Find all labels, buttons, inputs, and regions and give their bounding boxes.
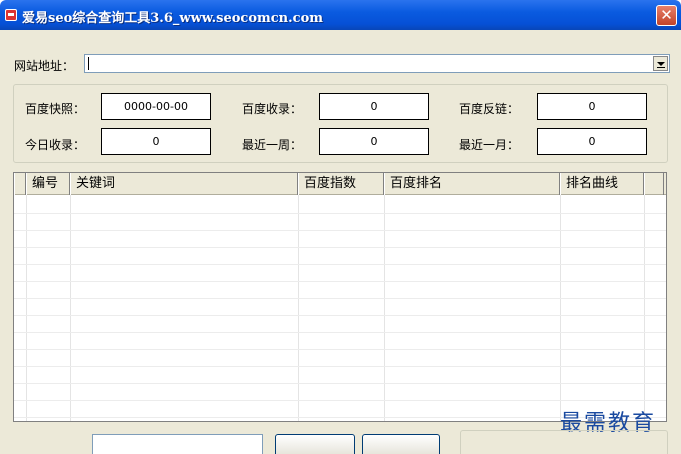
row-divider <box>14 332 666 333</box>
bottom-group <box>460 430 668 454</box>
month-label: 最近一月： <box>459 138 520 152</box>
column-header-baidu-index[interactable]: 百度指数 <box>298 173 384 195</box>
title-bar[interactable]: 爱易seo综合查询工具3.6_www.seocomcn.com ✕ <box>0 0 681 30</box>
month-field[interactable]: 0 <box>537 128 647 155</box>
column-header-number[interactable]: 编号 <box>26 173 70 195</box>
row-divider <box>14 366 666 367</box>
week-label: 最近一周： <box>242 138 303 152</box>
bottom-button-1[interactable] <box>275 434 355 454</box>
url-input[interactable] <box>84 54 670 73</box>
column-header-rank-curve[interactable]: 排名曲线 <box>560 173 644 195</box>
row-divider <box>14 383 666 384</box>
text-caret <box>88 57 89 70</box>
snapshot-label: 百度快照： <box>25 102 86 116</box>
bottom-toolbar <box>0 430 681 454</box>
backlinks-label: 百度反链： <box>459 102 520 116</box>
bottom-input[interactable] <box>92 434 263 454</box>
row-divider <box>14 281 666 282</box>
snapshot-field[interactable]: 0000-00-00 <box>101 93 211 120</box>
column-header-keyword[interactable]: 关键词 <box>70 173 298 195</box>
row-divider <box>14 264 666 265</box>
stats-group: 百度快照： 0000-00-00 百度收录： 0 百度反链： 0 今日收录： 0… <box>13 84 668 163</box>
bottom-button-2[interactable] <box>362 434 440 454</box>
column-header-filler <box>644 173 664 195</box>
row-selector-header[interactable] <box>14 173 26 195</box>
dropdown-arrow-icon[interactable] <box>653 56 668 71</box>
close-button[interactable]: ✕ <box>656 5 677 26</box>
indexed-label: 百度收录： <box>242 102 303 116</box>
column-header-baidu-rank[interactable]: 百度排名 <box>384 173 560 195</box>
row-divider <box>14 315 666 316</box>
app-icon[interactable] <box>5 9 17 21</box>
today-label: 今日收录： <box>25 138 86 152</box>
row-divider <box>14 247 666 248</box>
row-divider <box>14 349 666 350</box>
row-divider <box>14 213 666 214</box>
today-field[interactable]: 0 <box>101 128 211 155</box>
backlinks-field[interactable]: 0 <box>537 93 647 120</box>
row-divider <box>14 230 666 231</box>
row-divider <box>14 298 666 299</box>
week-field[interactable]: 0 <box>319 128 429 155</box>
row-divider <box>14 400 666 401</box>
keyword-table[interactable]: 编号 关键词 百度指数 百度排名 排名曲线 <box>13 172 667 422</box>
window-title: 爱易seo综合查询工具3.6_www.seocomcn.com <box>22 11 324 26</box>
main-panel: 网站地址： 百度快照： 0000-00-00 百度收录： 0 百度反链： 0 今… <box>0 30 681 454</box>
indexed-field[interactable]: 0 <box>319 93 429 120</box>
table-header: 编号 关键词 百度指数 百度排名 排名曲线 <box>14 173 666 195</box>
url-label: 网站地址： <box>14 59 75 73</box>
